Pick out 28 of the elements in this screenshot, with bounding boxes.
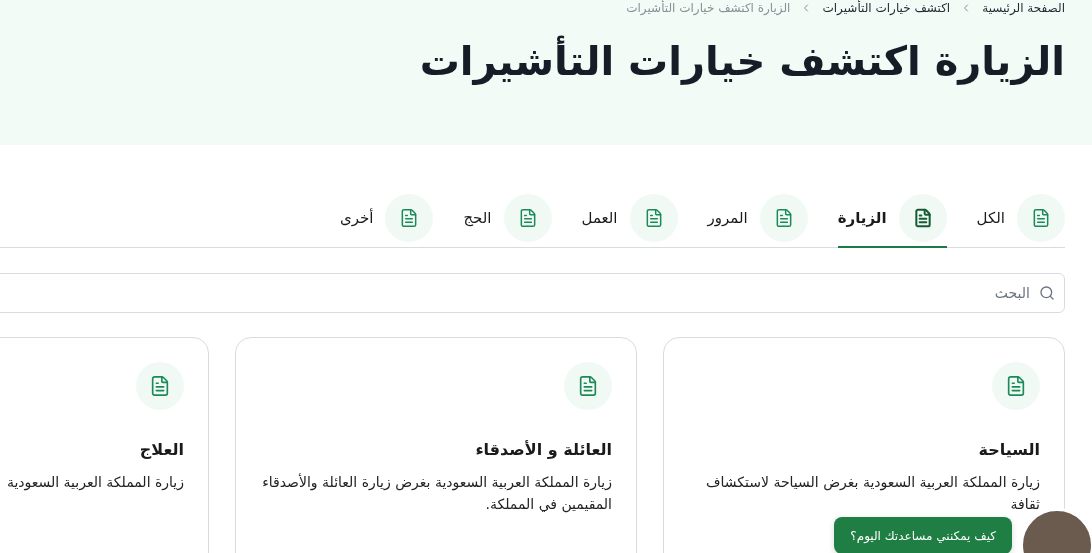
card-title: العائلة و الأصدقاء <box>475 440 612 459</box>
tab[interactable]: العمل <box>581 194 678 248</box>
document-icon <box>759 194 808 242</box>
visa-card[interactable]: العائلة و الأصدقاء زيارة المملكة العربية السعودية بغرض زيارة العائلة والأصدقاء المقيمين في المملكة. <box>235 337 637 553</box>
visa-card[interactable]: العلاج زيارة المملكة العربية السعودية <box>0 337 209 553</box>
tab[interactable]: أخرى <box>339 194 434 248</box>
tab[interactable]: الزيارة <box>837 194 947 248</box>
card-title: السياحة <box>978 440 1040 459</box>
document-icon <box>385 194 434 242</box>
card-title: العلاج <box>139 440 184 459</box>
search-icon <box>1039 285 1055 301</box>
document-icon <box>898 194 947 242</box>
document-icon <box>564 362 612 410</box>
card-description: زيارة المملكة العربية السعودية بغرض زيارة العائلة والأصدقاء المقيمين في المملكة. <box>262 472 612 515</box>
document-icon <box>1017 194 1065 242</box>
document-icon <box>136 362 184 410</box>
tab[interactable]: المرور <box>707 194 808 248</box>
card-description: زيارة المملكة العربية السعودية <box>5 473 184 493</box>
document-icon <box>629 194 678 242</box>
document-icon <box>503 194 552 242</box>
chat-prompt-button[interactable]: كيف يمكنني مساعدتك اليوم؟ <box>834 517 1012 553</box>
search-field[interactable]: البحث <box>0 273 1065 313</box>
document-icon <box>992 362 1040 410</box>
breadcrumb-link[interactable]: اكتشف خيارات التأشيرات <box>822 1 951 15</box>
tab[interactable]: الكل <box>976 194 1065 248</box>
card-description: زيارة المملكة العربية السعودية بغرض السياحة لاستكشاف ثقافة <box>705 473 1040 514</box>
tab[interactable]: الحج <box>463 194 552 248</box>
breadcrumb-link[interactable]: الصفحة الرئيسية <box>982 1 1065 15</box>
